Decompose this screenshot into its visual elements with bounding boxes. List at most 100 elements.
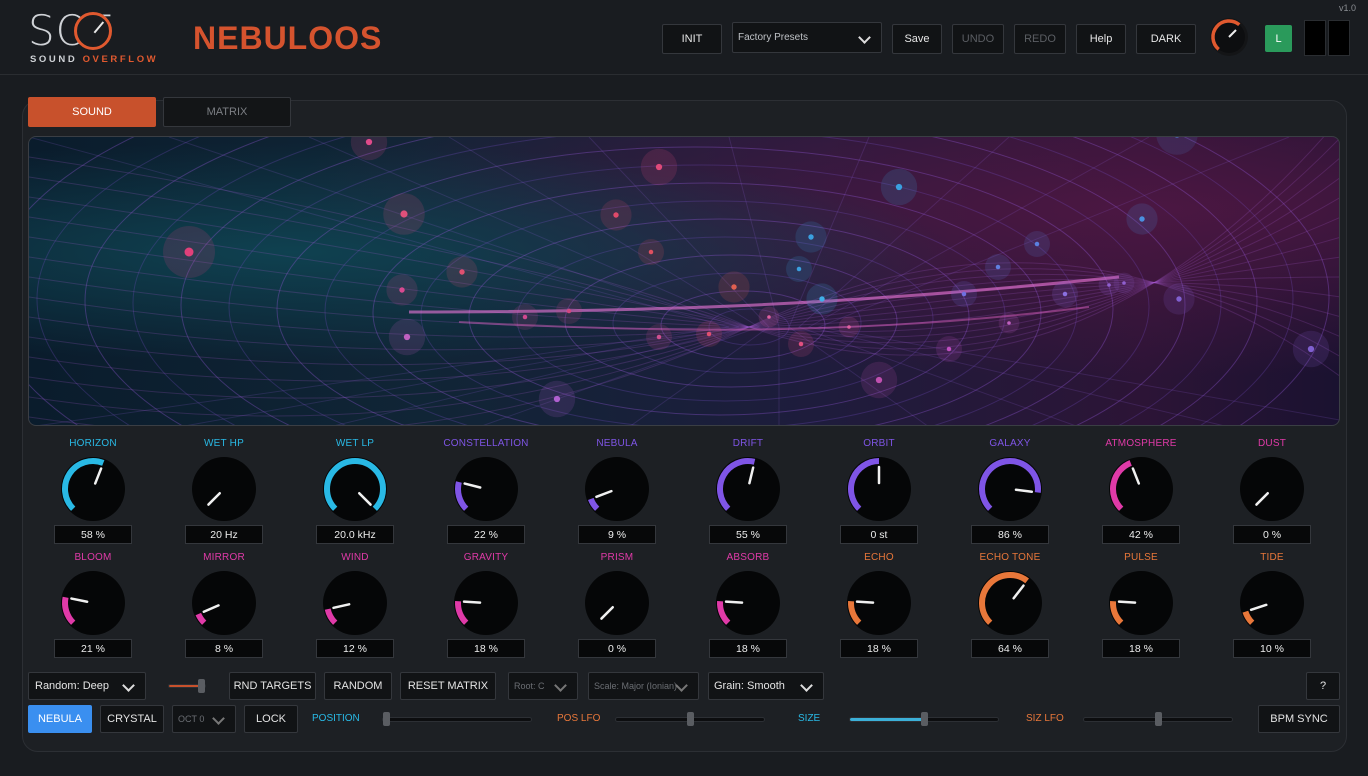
knob-tide[interactable] <box>1237 568 1307 638</box>
grain-dropdown[interactable]: Grain: Smooth <box>708 672 824 700</box>
knob-absorb[interactable] <box>713 568 783 638</box>
theme-dark-button[interactable]: DARK <box>1136 24 1196 54</box>
knob-dial-icon <box>716 571 780 635</box>
random-amount-fill <box>169 685 202 687</box>
knob-dial-icon <box>978 457 1042 521</box>
knob-value-echo-tone[interactable]: 64 % <box>971 639 1049 658</box>
help-button[interactable]: Help <box>1076 24 1126 54</box>
knob-constellation[interactable] <box>451 454 521 524</box>
knob-value-tide[interactable]: 10 % <box>1233 639 1311 658</box>
root-note-dropdown[interactable]: Root: C <box>508 672 578 700</box>
save-button[interactable]: Save <box>892 24 942 54</box>
knob-value-absorb[interactable]: 18 % <box>709 639 787 658</box>
size-fill <box>850 718 924 721</box>
knob-label-wet-lp: WET LP <box>335 438 375 449</box>
root-note-value: Root: C <box>514 681 545 691</box>
knob-value-pulse[interactable]: 18 % <box>1102 639 1180 658</box>
crystal-mode-button[interactable]: CRYSTAL <box>100 705 164 733</box>
knob-value-drift[interactable]: 55 % <box>709 525 787 544</box>
random-amount-thumb[interactable] <box>198 679 205 693</box>
knob-label-wet-hp: WET HP <box>204 438 244 449</box>
siz-lfo-slider[interactable] <box>1083 712 1233 726</box>
knob-value-gravity[interactable]: 18 % <box>447 639 525 658</box>
knob-label-wind: WIND <box>341 552 369 563</box>
position-slider[interactable] <box>382 712 532 726</box>
undo-button[interactable]: UNDO <box>952 24 1004 54</box>
nebula-visualizer[interactable] <box>28 136 1340 426</box>
knob-bloom[interactable] <box>58 568 128 638</box>
knob-wet-lp[interactable] <box>320 454 390 524</box>
pos-lfo-thumb[interactable] <box>687 712 694 726</box>
knob-atmosphere[interactable] <box>1106 454 1176 524</box>
knob-value-wet-lp[interactable]: 20.0 kHz <box>316 525 394 544</box>
knob-value-orbit[interactable]: 0 st <box>840 525 918 544</box>
scale-dropdown[interactable]: Scale: Major (Ionian) <box>588 672 699 700</box>
size-slider[interactable] <box>849 712 999 726</box>
position-thumb[interactable] <box>383 712 390 726</box>
knob-echo[interactable] <box>844 568 914 638</box>
logo-knob-icon <box>74 12 112 50</box>
redo-button[interactable]: REDO <box>1014 24 1066 54</box>
knob-mirror[interactable] <box>189 568 259 638</box>
knob-value-wind[interactable]: 12 % <box>316 639 394 658</box>
pos-lfo-label: POS LFO <box>557 713 601 724</box>
random-amount-slider[interactable] <box>168 679 206 693</box>
knob-dial-icon <box>454 571 518 635</box>
knob-label-nebula: NEBULA <box>596 438 638 449</box>
knob-value-prism[interactable]: 0 % <box>578 639 656 658</box>
knob-value-dust[interactable]: 0 % <box>1233 525 1311 544</box>
knob-label-prism: PRISM <box>600 552 634 563</box>
help-question-button[interactable]: ? <box>1306 672 1340 700</box>
knob-wet-hp[interactable] <box>189 454 259 524</box>
knob-value-echo[interactable]: 18 % <box>840 639 918 658</box>
bpm-sync-button[interactable]: BPM SYNC <box>1258 705 1340 733</box>
knob-value-constellation[interactable]: 22 % <box>447 525 525 544</box>
knob-dial-icon <box>1109 571 1173 635</box>
preset-dropdown[interactable]: Factory Presets <box>732 22 882 53</box>
knob-prism[interactable] <box>582 568 652 638</box>
knob-gravity[interactable] <box>451 568 521 638</box>
knob-value-galaxy[interactable]: 86 % <box>971 525 1049 544</box>
knob-value-horizon[interactable]: 58 % <box>54 525 132 544</box>
knob-label-galaxy: GALAXY <box>989 438 1031 449</box>
knob-wind[interactable] <box>320 568 390 638</box>
knob-value-atmosphere[interactable]: 42 % <box>1102 525 1180 544</box>
knob-label-constellation: CONSTELLATION <box>443 438 529 449</box>
knob-dial-icon <box>1109 457 1173 521</box>
knob-pulse[interactable] <box>1106 568 1176 638</box>
header-bar: SOF SOUND OVERFLOW NEBULOOS v1.0 INIT Fa… <box>0 0 1368 75</box>
knob-dust[interactable] <box>1237 454 1307 524</box>
output-gain-knob[interactable] <box>1210 18 1248 56</box>
size-label: SIZE <box>798 713 821 724</box>
rnd-targets-button[interactable]: RND TARGETS <box>229 672 316 700</box>
logo-subtitle: SOUND OVERFLOW <box>30 54 159 65</box>
knob-orbit[interactable] <box>844 454 914 524</box>
knob-value-bloom[interactable]: 21 % <box>54 639 132 658</box>
tab-matrix[interactable]: MATRIX <box>163 97 291 127</box>
knob-drift[interactable] <box>713 454 783 524</box>
pos-lfo-slider[interactable] <box>615 712 765 726</box>
nebula-particle-field <box>29 137 1339 425</box>
nebula-mode-button[interactable]: NEBULA <box>28 705 92 733</box>
siz-lfo-thumb[interactable] <box>1155 712 1162 726</box>
tab-sound[interactable]: SOUND <box>28 97 156 127</box>
octave-dropdown[interactable]: OCT 0 <box>172 705 236 733</box>
random-mode-value: Random: Deep <box>35 680 109 692</box>
knob-horizon[interactable] <box>58 454 128 524</box>
size-thumb[interactable] <box>921 712 928 726</box>
random-mode-dropdown[interactable]: Random: Deep <box>28 672 146 700</box>
lock-button[interactable]: LOCK <box>244 705 298 733</box>
knob-nebula[interactable] <box>582 454 652 524</box>
knob-label-bloom: BLOOM <box>74 552 112 563</box>
knob-label-dust: DUST <box>1257 438 1287 449</box>
knob-value-nebula[interactable]: 9 % <box>578 525 656 544</box>
random-button[interactable]: RANDOM <box>324 672 392 700</box>
init-button[interactable]: INIT <box>662 24 722 54</box>
knob-value-wet-hp[interactable]: 20 Hz <box>185 525 263 544</box>
reset-matrix-button[interactable]: RESET MATRIX <box>400 672 496 700</box>
knob-label-gravity: GRAVITY <box>463 552 509 563</box>
link-l-button[interactable]: L <box>1265 25 1292 52</box>
knob-value-mirror[interactable]: 8 % <box>185 639 263 658</box>
knob-galaxy[interactable] <box>975 454 1045 524</box>
knob-echo-tone[interactable] <box>975 568 1045 638</box>
